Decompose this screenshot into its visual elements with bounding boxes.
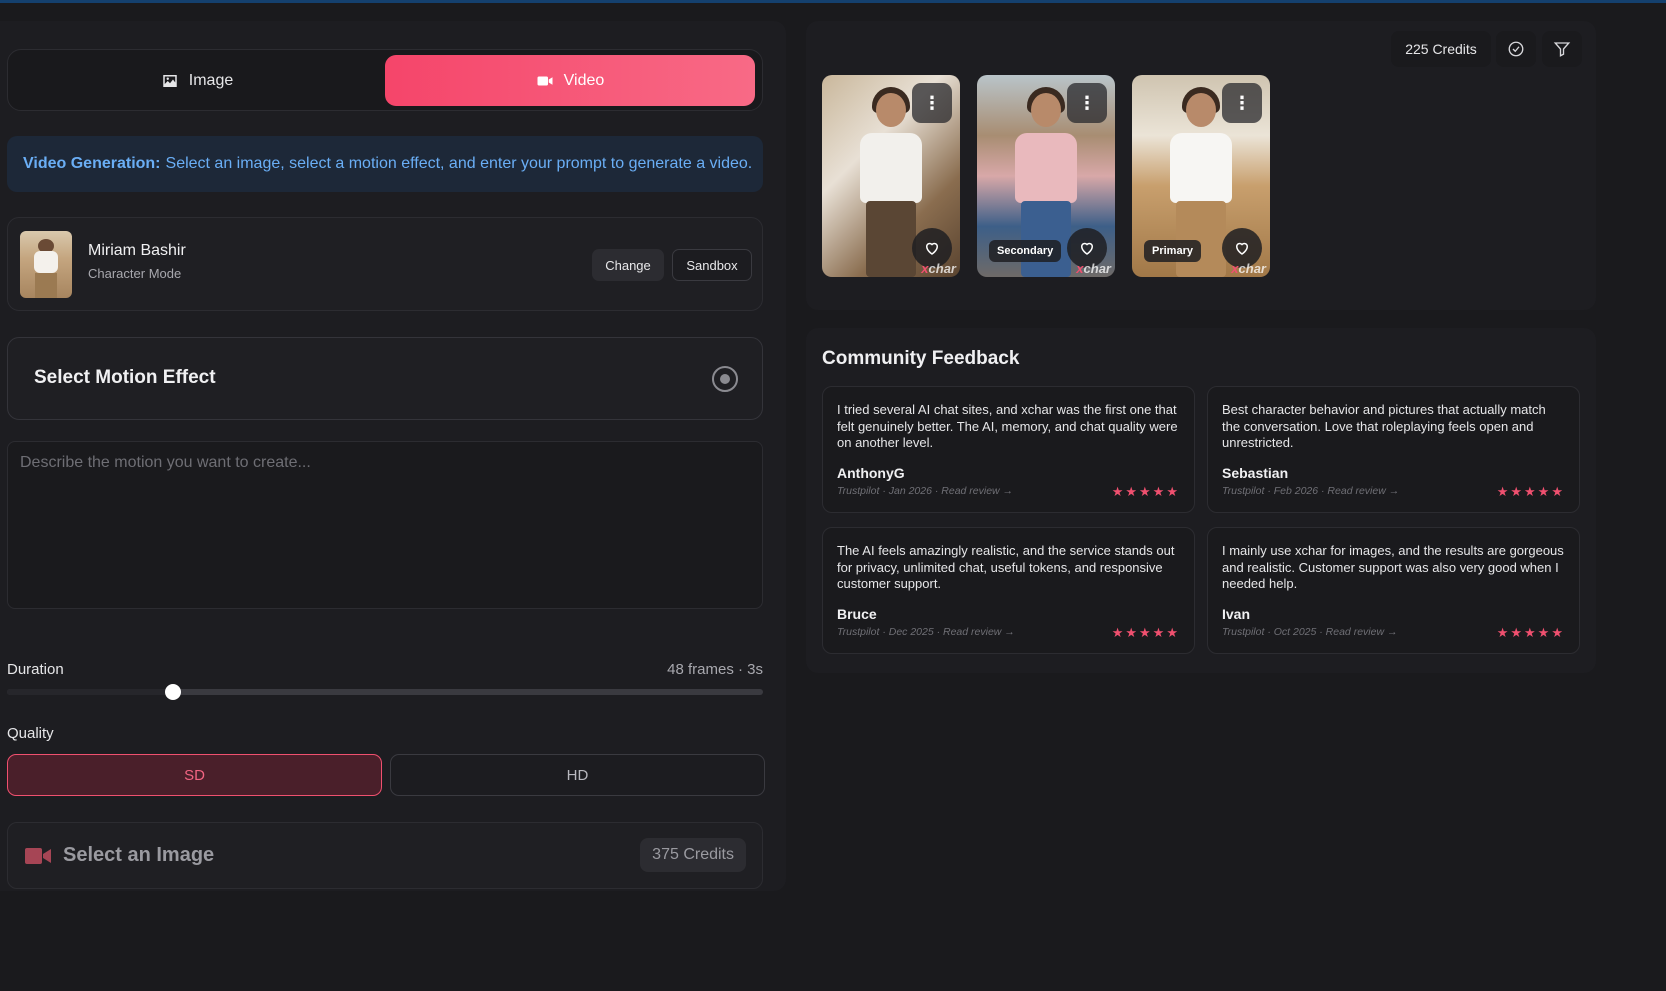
character-card: Miriam Bashir Character Mode Change Sand… [7, 217, 763, 311]
character-avatar [20, 231, 72, 298]
star-rating-icon: ★★★★★ [1496, 484, 1565, 499]
tab-image[interactable]: Image [12, 55, 382, 106]
top-accent-line [0, 0, 1666, 3]
duration-value: 48 frames · 3s [667, 661, 763, 678]
tab-video-label: Video [563, 71, 605, 89]
review-author: Bruce [837, 606, 877, 622]
duration-label: Duration [7, 661, 64, 678]
generate-button-label: Select an Image [63, 844, 215, 866]
character-mode: Character Mode [88, 266, 182, 281]
check-circle-icon [1508, 41, 1524, 57]
image-icon [163, 74, 177, 87]
filter-icon [1553, 42, 1571, 57]
review-meta-link[interactable]: Trustpilot · Feb 2026 · Read review → [1222, 485, 1399, 497]
review-meta-link[interactable]: Trustpilot · Dec 2025 · Read review → [837, 626, 1015, 638]
review-card: The AI feels amazingly realistic, and th… [822, 527, 1195, 654]
tab-image-label: Image [188, 71, 234, 89]
select-all-button[interactable] [1496, 31, 1536, 67]
filter-button[interactable] [1542, 31, 1582, 67]
character-name: Miriam Bashir [88, 242, 186, 259]
review-author: Sebastian [1222, 465, 1289, 481]
watermark: xchar [1076, 261, 1111, 276]
more-options-icon[interactable]: ⋮ [1067, 83, 1107, 123]
radio-icon[interactable] [712, 366, 738, 392]
community-feedback-panel: Community Feedback I tried several AI ch… [806, 328, 1596, 673]
duration-slider-thumb[interactable] [165, 684, 182, 700]
credits-balance: 225 Credits [1391, 31, 1491, 67]
generation-panel: Image Video Video Generation: Select an … [0, 21, 786, 891]
feedback-title: Community Feedback [822, 348, 1020, 369]
review-card: I tried several AI chat sites, and xchar… [822, 386, 1195, 513]
review-text: I tried several AI chat sites, and xchar… [837, 402, 1178, 450]
review-author: AnthonyG [837, 465, 905, 481]
review-meta-link[interactable]: Trustpilot · Oct 2025 · Read review → [1222, 626, 1397, 638]
review-meta-link[interactable]: Trustpilot · Jan 2026 · Read review → [837, 485, 1013, 497]
motion-effect-title: Select Motion Effect [34, 367, 216, 388]
quality-hd-button[interactable]: HD [390, 754, 765, 796]
duration-slider[interactable] [7, 684, 763, 700]
motion-prompt-input[interactable] [7, 441, 763, 609]
review-card: I mainly use xchar for images, and the r… [1207, 527, 1580, 654]
review-card: Best character behavior and pictures tha… [1207, 386, 1580, 513]
star-rating-icon: ★★★★★ [1111, 484, 1180, 499]
duration-slider-fill [7, 689, 174, 695]
info-banner-heading: Video Generation: [23, 155, 161, 172]
review-text: The AI feels amazingly realistic, and th… [837, 543, 1175, 591]
gallery-image[interactable]: ⋮ xchar [822, 75, 960, 277]
video-camera-icon [25, 847, 51, 865]
info-banner: Video Generation: Select an image, selec… [7, 136, 763, 192]
change-character-button[interactable]: Change [592, 249, 664, 281]
star-rating-icon: ★★★★★ [1111, 625, 1180, 640]
mode-tabs: Image Video [7, 49, 763, 111]
watermark: xchar [1231, 261, 1266, 276]
watermark: xchar [921, 261, 956, 276]
image-badge: Primary [1144, 240, 1201, 262]
gallery-image[interactable]: ⋮ Secondary xchar [977, 75, 1115, 277]
generate-button[interactable]: Select an Image 375 Credits [7, 822, 763, 889]
more-options-icon[interactable]: ⋮ [912, 83, 952, 123]
quality-label: Quality [7, 725, 54, 742]
quality-sd-button[interactable]: SD [7, 754, 382, 796]
sandbox-button[interactable]: Sandbox [672, 249, 752, 281]
info-banner-text: Select an image, select a motion effect,… [165, 155, 753, 172]
review-text: I mainly use xchar for images, and the r… [1222, 543, 1564, 591]
review-text: Best character behavior and pictures tha… [1222, 402, 1546, 450]
motion-effect-selector[interactable]: Select Motion Effect [7, 337, 763, 420]
more-options-icon[interactable]: ⋮ [1222, 83, 1262, 123]
video-camera-icon [537, 76, 553, 85]
generate-credits-badge: 375 Credits [640, 838, 746, 872]
image-badge: Secondary [989, 240, 1062, 262]
review-author: Ivan [1222, 606, 1251, 622]
tab-video[interactable]: Video [385, 55, 755, 106]
gallery-panel: 225 Credits ⋮ xchar ⋮ Secondary xchar ⋮ … [806, 21, 1596, 310]
star-rating-icon: ★★★★★ [1496, 625, 1565, 640]
gallery-image[interactable]: ⋮ Primary xchar [1132, 75, 1270, 277]
